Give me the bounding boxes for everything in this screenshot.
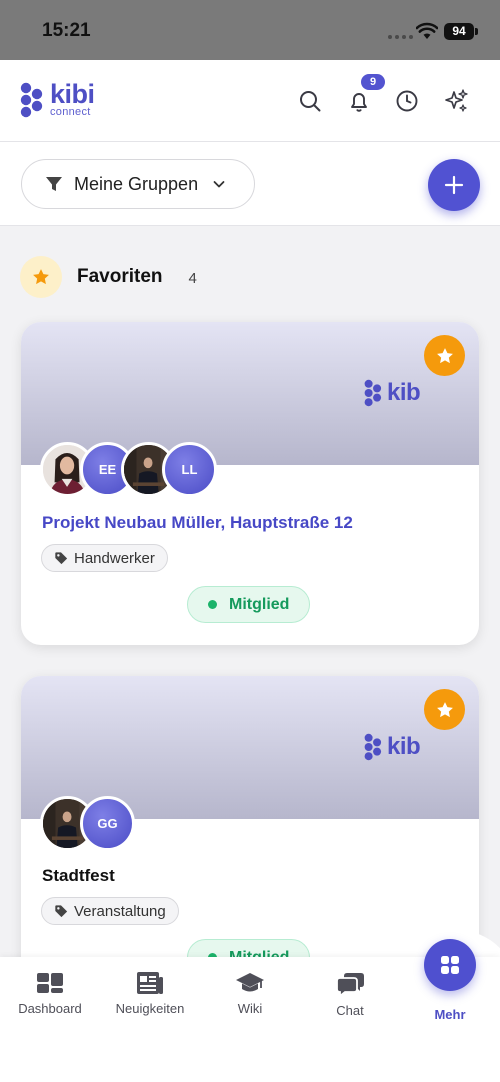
kibi-logo-icon <box>364 379 382 407</box>
tab-label: Wiki <box>237 1001 263 1016</box>
filter-label: Meine Gruppen <box>74 173 199 194</box>
cellular-signal-icon <box>388 35 413 39</box>
group-banner: kib <box>21 322 479 465</box>
favorites-badge <box>20 256 62 298</box>
logo-subtitle: connect <box>50 106 91 118</box>
add-group-button[interactable] <box>428 159 480 211</box>
wifi-icon <box>415 22 439 45</box>
dashboard-icon <box>37 973 63 993</box>
filter-bar: Meine Gruppen <box>0 142 500 226</box>
group-category-tag: Handwerker <box>41 544 168 572</box>
search-icon <box>300 91 321 112</box>
bell-icon <box>351 93 367 112</box>
app-header: kibi connect <box>0 60 500 142</box>
battery-tip <box>475 28 478 35</box>
section-count: 4 <box>188 269 197 287</box>
plus-icon <box>444 175 464 195</box>
favorite-toggle[interactable] <box>424 689 465 730</box>
tab-dashboard[interactable]: Dashboard <box>0 971 100 1016</box>
star-icon <box>436 347 453 363</box>
battery-indicator: 94 <box>444 23 474 40</box>
notifications-button[interactable] <box>344 86 374 116</box>
chevron-down-icon <box>213 181 225 188</box>
status-dot <box>208 600 217 609</box>
tag-label: Handwerker <box>74 549 155 567</box>
avatar: LL <box>162 442 217 497</box>
star-icon <box>33 269 49 285</box>
membership-status-badge: Mitglied <box>187 586 311 623</box>
filter-icon <box>46 177 62 191</box>
tab-label: Chat <box>336 1003 364 1018</box>
favorite-toggle[interactable] <box>424 335 465 376</box>
sparkles-icon <box>445 89 468 112</box>
clock-icon <box>396 90 418 112</box>
status-time: 15:21 <box>42 20 91 41</box>
tag-icon <box>55 905 68 918</box>
tab-label: Dashboard <box>18 1001 82 1016</box>
search-button[interactable] <box>295 86 325 116</box>
group-category-tag: Veranstaltung <box>41 897 179 925</box>
bottom-tab-bar: Dashboard Neuigkeiten Wiki Chat Mehr <box>0 957 500 1082</box>
banner-logo: kib <box>364 732 421 762</box>
app-logo[interactable]: kibi connect <box>20 79 95 118</box>
grid-icon <box>441 956 459 974</box>
tab-label: Mehr <box>434 1007 466 1022</box>
history-button[interactable] <box>392 86 422 116</box>
kibi-logo-icon <box>364 733 382 761</box>
group-title[interactable]: Stadtfest <box>42 866 115 886</box>
tab-news[interactable]: Neuigkeiten <box>100 971 200 1016</box>
more-menu-button[interactable] <box>424 939 476 991</box>
group-card[interactable]: kib EE LL Projekt Neubau Müller, Hauptst… <box>21 322 479 645</box>
status-bar: 15:21 94 <box>0 0 500 60</box>
star-icon <box>436 701 453 717</box>
tag-icon <box>55 552 68 565</box>
tab-label: Neuigkeiten <box>115 1001 185 1016</box>
banner-logo: kib <box>364 378 421 408</box>
logo-wordmark: kibi <box>50 79 95 109</box>
favorites-section-header: Favoriten 4 <box>20 255 480 299</box>
tab-wiki[interactable]: Wiki <box>200 971 300 1016</box>
notification-badge: 9 <box>361 74 385 90</box>
kibi-logo-icon <box>20 82 43 118</box>
tag-label: Veranstaltung <box>74 902 166 920</box>
newspaper-icon <box>137 972 163 994</box>
banner-logo-text: kib <box>387 733 421 760</box>
banner-logo-text: kib <box>387 379 421 406</box>
membership-status-label: Mitglied <box>229 595 290 613</box>
group-filter-dropdown[interactable]: Meine Gruppen <box>21 159 255 209</box>
graduation-cap-icon <box>236 973 264 992</box>
tab-chat[interactable]: Chat <box>300 971 400 1018</box>
ai-assistant-button[interactable] <box>441 86 471 116</box>
chat-bubbles-icon <box>336 973 364 997</box>
avatar: GG <box>80 796 135 851</box>
group-title[interactable]: Projekt Neubau Müller, Hauptstraße 12 <box>42 513 353 533</box>
group-banner: kib <box>21 676 479 819</box>
section-title: Favoriten <box>77 266 163 287</box>
tab-more[interactable]: Mehr <box>400 1001 500 1022</box>
